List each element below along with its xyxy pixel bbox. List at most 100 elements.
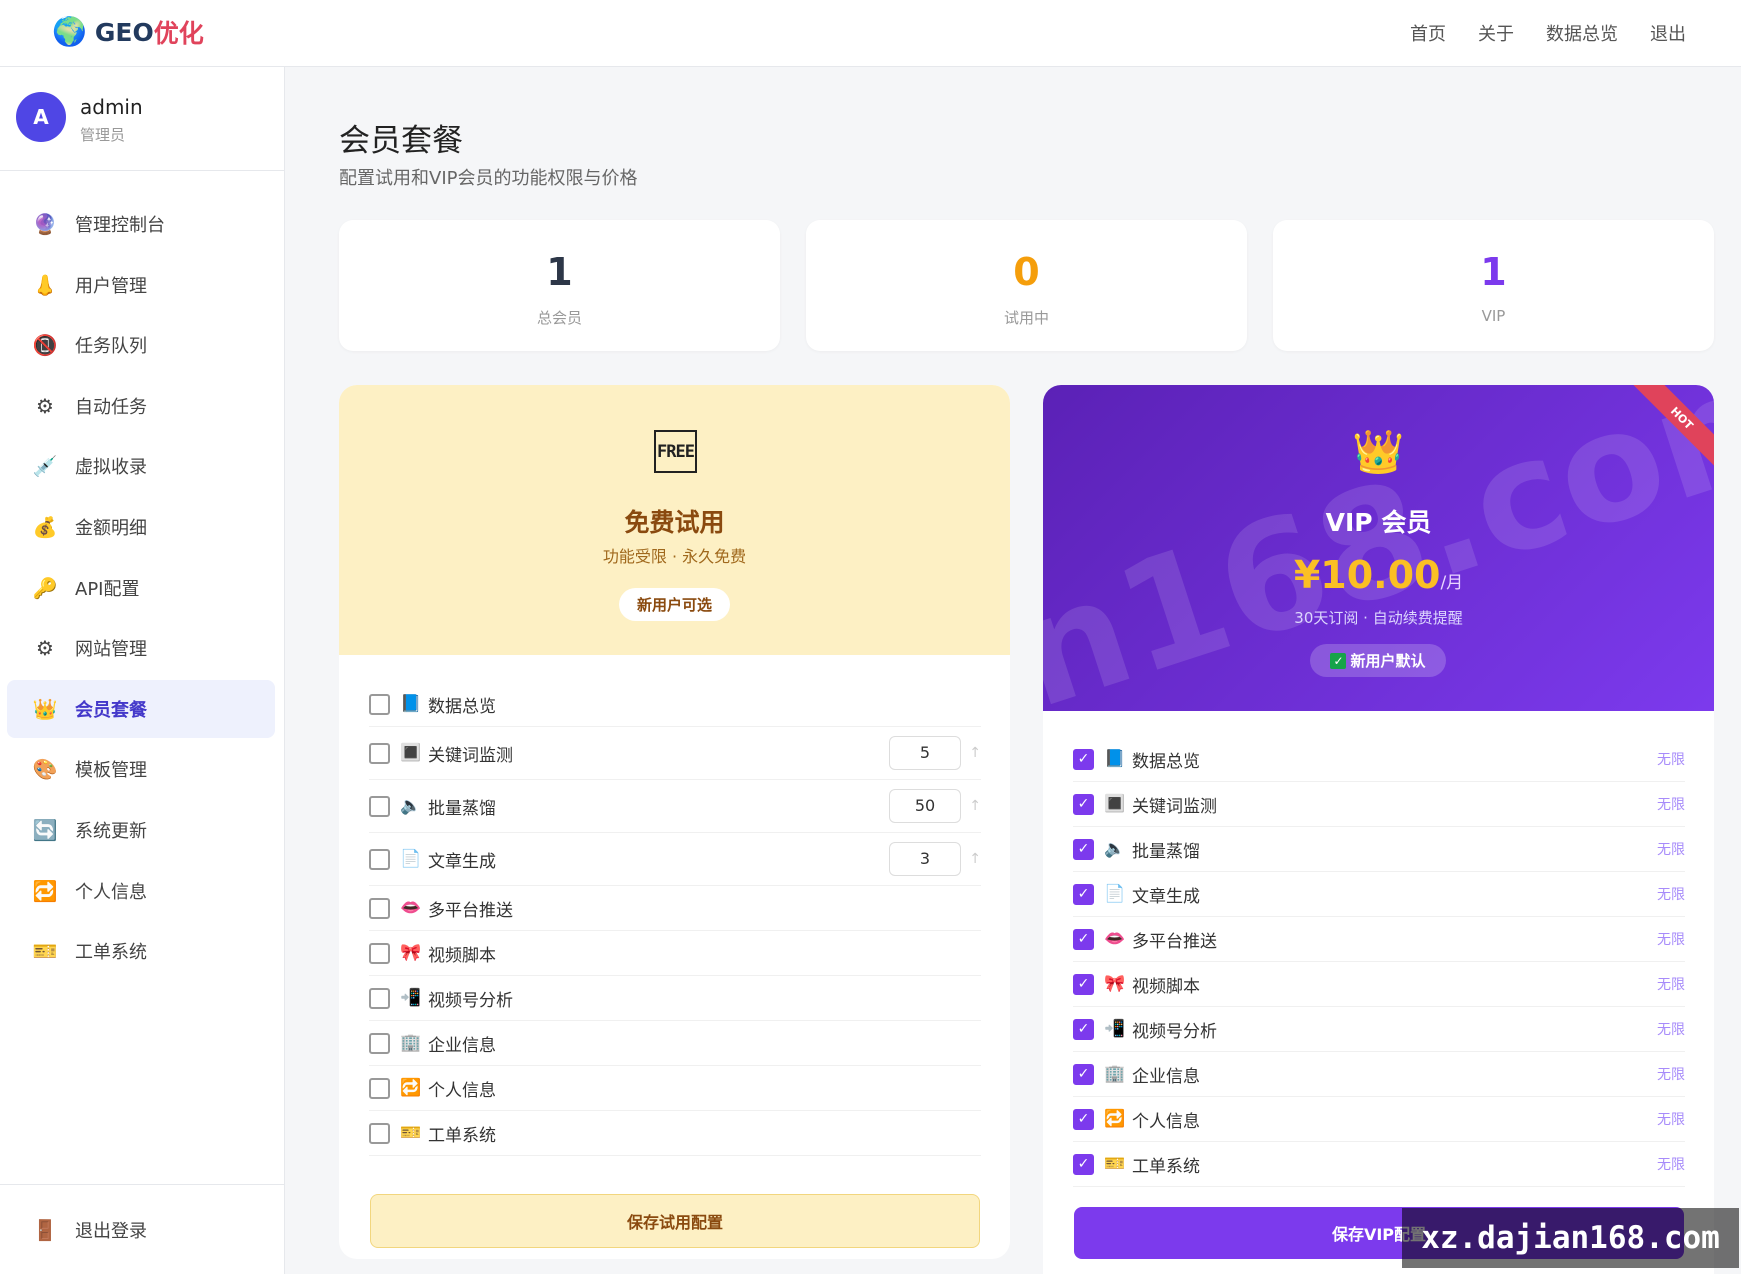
feature-checkbox[interactable]: ✓ <box>1073 1063 1094 1085</box>
avatar[interactable]: A <box>16 92 66 142</box>
sidebar-item[interactable]: 💰 金额明细 <box>7 498 275 556</box>
door-icon: 🚪 <box>32 1217 58 1242</box>
feature-label: 视频号分析 <box>428 990 513 1011</box>
feature-label: 数据总览 <box>1132 751 1200 772</box>
feature-icon: 🔳 <box>1104 794 1126 814</box>
free-feature-list: 📘 数据总览 🔳 关键词监测 5 ↑ 🔈 批量蒸馏 50 ↑ 📄 文章生成 3 ↑ 👄 多平台推送 🎀 视频脚本 📲… <box>369 682 981 1156</box>
feature-checkbox[interactable]: ✓ <box>1073 1108 1094 1130</box>
sidebar-item-label: 模板管理 <box>75 760 147 782</box>
feature-label: 批量蒸馏 <box>428 798 496 819</box>
feature-checkbox[interactable] <box>369 987 390 1009</box>
sidebar-item[interactable]: 🔁 个人信息 <box>7 862 275 920</box>
feature-row: ✓ 👄 多平台推送 无限 <box>1073 917 1685 962</box>
feature-icon: 🔈 <box>400 796 422 816</box>
arrow-up-icon[interactable]: ↑ <box>969 851 981 867</box>
limit-input[interactable]: 3 <box>889 842 961 876</box>
feature-checkbox[interactable]: ✓ <box>1073 883 1094 905</box>
feature-label: 视频脚本 <box>1132 976 1200 997</box>
sidebar-item[interactable]: 🎨 模板管理 <box>7 740 275 798</box>
feature-icon: 👄 <box>1104 929 1126 949</box>
nav-home[interactable]: 首页 <box>1410 20 1446 46</box>
page-title: 会员套餐 <box>339 123 463 159</box>
feature-icon: 🔁 <box>400 1078 422 1098</box>
sidebar-item[interactable]: 🔑 API配置 <box>7 559 275 617</box>
feature-checkbox[interactable] <box>369 742 390 764</box>
feature-checkbox[interactable]: ✓ <box>1073 928 1094 950</box>
free-icon: FREE <box>654 430 697 473</box>
feature-checkbox[interactable]: ✓ <box>1073 748 1094 770</box>
feature-row: ✓ 📄 文章生成 无限 <box>1073 872 1685 917</box>
arrow-up-icon[interactable]: ↑ <box>969 745 981 761</box>
feature-row: 📘 数据总览 <box>369 682 981 727</box>
feature-row: 📲 视频号分析 <box>369 976 981 1021</box>
feature-checkbox[interactable] <box>369 897 390 919</box>
vip-plan-badge: ✓ 新用户默认 <box>1310 644 1446 677</box>
feature-icon: 🎀 <box>400 943 422 963</box>
sidebar-item[interactable]: 🔮 管理控制台 <box>7 195 275 253</box>
feature-label: 视频号分析 <box>1132 1021 1217 1042</box>
nav-about[interactable]: 关于 <box>1478 20 1514 46</box>
page-subtitle: 配置试用和VIP会员的功能权限与价格 <box>339 168 638 189</box>
feature-icon: 📘 <box>1104 749 1126 769</box>
feature-row: ✓ 🔳 关键词监测 无限 <box>1073 782 1685 827</box>
sidebar-menu: 🔮 管理控制台 👃 用户管理 📵 任务队列 ⚙ 自动任务 💉 虚拟收录 💰 金额明细 🔑 API配置 ⚙ 网站… <box>7 195 275 983</box>
sidebar-item[interactable]: 🎫 工单系统 <box>7 922 275 980</box>
feature-checkbox[interactable] <box>369 1122 390 1144</box>
feature-checkbox[interactable]: ✓ <box>1073 1018 1094 1040</box>
menu-icon: ⚙ <box>36 636 54 661</box>
sidebar-item-label: 管理控制台 <box>75 215 165 236</box>
feature-checkbox[interactable] <box>369 848 390 870</box>
menu-icon: 💰 <box>32 514 58 539</box>
feature-icon: 🏢 <box>1104 1064 1126 1084</box>
feature-row: ✓ 🏢 企业信息 无限 <box>1073 1052 1685 1097</box>
sidebar-item[interactable]: 💉 虚拟收录 <box>7 437 275 495</box>
sidebar-item-label: 自动任务 <box>75 396 147 418</box>
nav-dashboard[interactable]: 数据总览 <box>1546 20 1618 46</box>
feature-checkbox[interactable] <box>369 1077 390 1099</box>
sidebar-item-label: 金额明细 <box>75 517 147 539</box>
stat-trial: 0 试用中 <box>806 220 1247 351</box>
logout-button[interactable]: 🚪 退出登录 <box>0 1184 285 1274</box>
sidebar-item-label: 用户管理 <box>75 275 147 297</box>
vip-price: ¥10.00/月 <box>1043 553 1714 597</box>
feature-checkbox[interactable]: ✓ <box>1073 1153 1094 1175</box>
vip-badge-label: 新用户默认 <box>1350 652 1426 670</box>
free-plan-card: FREE 免费试用 功能受限 · 永久免费 新用户可选 📘 数据总览 🔳 关键词监测 5… <box>339 385 1010 1259</box>
sidebar-item[interactable]: 📵 任务队列 <box>7 316 275 374</box>
feature-row: 🎀 视频脚本 <box>369 931 981 976</box>
feature-checkbox[interactable]: ✓ <box>1073 973 1094 995</box>
feature-icon: 🔈 <box>1104 839 1126 859</box>
feature-row: 🔈 批量蒸馏 50 ↑ <box>369 780 981 833</box>
limit-label: 无限 <box>1657 1067 1685 1083</box>
sidebar-item[interactable]: 👑 会员套餐 <box>7 679 275 738</box>
save-free-config-button[interactable]: 保存试用配置 <box>370 1194 980 1248</box>
sidebar-item[interactable]: ⚙ 自动任务 <box>7 377 275 435</box>
sidebar-item-label: API配置 <box>75 578 140 600</box>
feature-icon: 🔁 <box>1104 1109 1126 1129</box>
sidebar-item-label: 会员套餐 <box>75 699 147 721</box>
sidebar-item-label: 系统更新 <box>75 820 147 842</box>
feature-checkbox[interactable] <box>369 693 390 715</box>
feature-row: 🎫 工单系统 <box>369 1111 981 1156</box>
stat-label: 总会员 <box>536 309 582 327</box>
vip-price-value: ¥10.00 <box>1293 553 1441 597</box>
nav-logout[interactable]: 退出 <box>1650 20 1686 46</box>
top-bar: 🌍 GEO 优化 首页 关于 数据总览 退出 <box>0 0 1741 67</box>
vip-plan-desc: 30天订阅 · 自动续费提醒 <box>1294 609 1463 627</box>
limit-input[interactable]: 5 <box>889 736 961 770</box>
limit-input[interactable]: 50 <box>889 789 961 823</box>
feature-checkbox[interactable] <box>369 795 390 817</box>
feature-label: 企业信息 <box>428 1035 496 1056</box>
feature-checkbox[interactable] <box>369 942 390 964</box>
feature-checkbox[interactable] <box>369 1032 390 1054</box>
arrow-up-icon[interactable]: ↑ <box>969 798 981 814</box>
feature-checkbox[interactable]: ✓ <box>1073 838 1094 860</box>
sidebar-item[interactable]: 👃 用户管理 <box>7 256 275 314</box>
feature-row: ✓ 🔈 批量蒸馏 无限 <box>1073 827 1685 872</box>
sidebar-item[interactable]: ⚙ 网站管理 <box>7 619 275 677</box>
user-name: admin <box>80 95 143 119</box>
feature-label: 企业信息 <box>1132 1066 1200 1087</box>
feature-checkbox[interactable]: ✓ <box>1073 793 1094 815</box>
brand-logo[interactable]: 🌍 GEO 优化 <box>52 14 204 50</box>
sidebar-item[interactable]: 🔄 系统更新 <box>7 801 275 859</box>
